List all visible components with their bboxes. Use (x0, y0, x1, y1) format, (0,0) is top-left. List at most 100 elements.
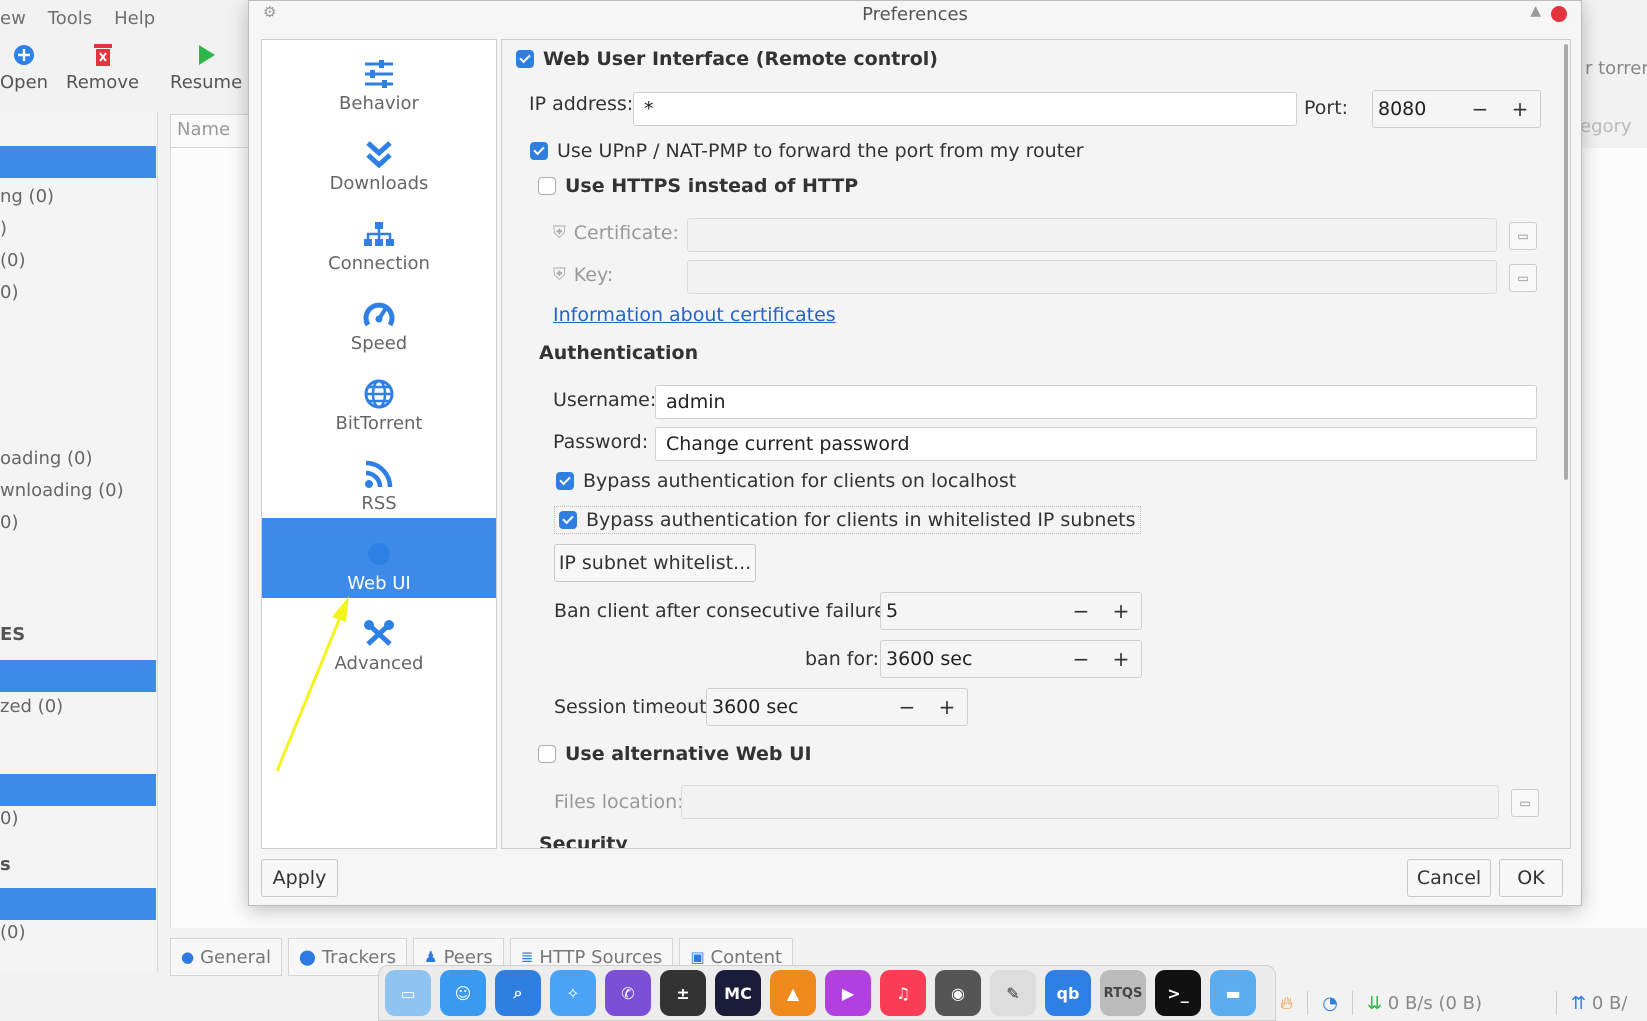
sidebar-label[interactable]: ng (0) (0, 186, 54, 207)
column-header-name[interactable]: Name (170, 114, 250, 148)
checkbox-unchecked[interactable] (538, 177, 556, 195)
sidebar-selected-row[interactable] (0, 660, 156, 692)
session-timeout-decrement-button[interactable]: − (887, 689, 927, 725)
ok-button[interactable]: OK (1499, 859, 1563, 897)
dock-viber-icon[interactable]: ✆ (605, 970, 651, 1016)
sidebar-label[interactable]: (0) (0, 250, 26, 271)
session-timeout-value[interactable]: 3600 sec (707, 696, 887, 718)
ban-failures-increment-button[interactable]: + (1101, 593, 1141, 629)
ban-duration-spinbox[interactable]: 3600 sec − + (880, 640, 1142, 678)
nav-item-advanced[interactable]: Advanced (262, 598, 496, 678)
files-location-input[interactable] (681, 785, 1499, 819)
dock-finder-icon[interactable]: ☺ (440, 970, 486, 1016)
key-browse-button[interactable]: ▭ (1509, 264, 1537, 292)
sidebar-selected-row[interactable] (0, 774, 156, 806)
key-input[interactable] (687, 260, 1497, 294)
search-torrents-placeholder[interactable]: r torren (1585, 58, 1647, 79)
checkbox-checked[interactable] (530, 142, 548, 160)
download-speed[interactable]: ⇊ 0 B/s (0 B) (1367, 993, 1482, 1014)
bypass-localhost-checkbox[interactable]: Bypass authentication for clients on loc… (556, 470, 1016, 492)
dialog-titlebar[interactable]: ⚙ Preferences ▲ (249, 1, 1581, 27)
nav-item-connection[interactable]: Connection (262, 198, 496, 278)
remove-button[interactable]: Remove (66, 38, 139, 93)
ban-duration-increment-button[interactable]: + (1101, 641, 1141, 677)
checkbox-checked[interactable] (556, 472, 574, 490)
webui-enable-checkbox[interactable]: Web User Interface (Remote control) (516, 48, 938, 70)
sidebar-selected-row[interactable] (0, 146, 156, 178)
sidebar-label[interactable]: ) (0, 218, 7, 239)
ban-duration-decrement-button[interactable]: − (1061, 641, 1101, 677)
checkbox-checked[interactable] (559, 511, 577, 529)
port-decrement-button[interactable]: − (1460, 91, 1500, 127)
sidebar-label[interactable]: oading (0) (0, 448, 93, 469)
ban-duration-value[interactable]: 3600 sec (881, 648, 1061, 670)
certificate-browse-button[interactable]: ▭ (1509, 222, 1537, 250)
session-timeout-increment-button[interactable]: + (927, 689, 967, 725)
dock-finder-window-icon[interactable]: ▭ (385, 970, 431, 1016)
sidebar-label[interactable]: zed (0) (0, 696, 63, 717)
sidebar-label[interactable]: (0) (0, 922, 26, 943)
checkbox-checked[interactable] (516, 50, 534, 68)
dock-qbittorrent-icon[interactable]: qb (1045, 970, 1091, 1016)
certificate-input[interactable] (687, 218, 1497, 252)
ip-subnet-whitelist-button[interactable]: IP subnet whitelist... (554, 544, 756, 582)
dock-ipod-icon[interactable]: ◉ (935, 970, 981, 1016)
tab-general[interactable]: ● General (170, 938, 283, 976)
upload-arrow-icon: ⇈ (1571, 992, 1587, 1014)
https-checkbox[interactable]: Use HTTPS instead of HTTP (538, 175, 858, 197)
session-timeout-spinbox[interactable]: 3600 sec − + (706, 688, 968, 726)
nav-item-downloads[interactable]: Downloads (262, 118, 496, 198)
column-header-category[interactable]: egory (1580, 116, 1632, 137)
ban-failures-value[interactable]: 5 (881, 600, 1061, 622)
sidebar-label[interactable]: wnloading (0) (0, 480, 124, 501)
nav-item-webui[interactable]: Web UI (262, 518, 496, 598)
port-value[interactable]: 8080 (1373, 98, 1460, 120)
sidebar-selected-row[interactable] (0, 888, 156, 920)
alternative-webui-checkbox[interactable]: Use alternative Web UI (538, 743, 812, 765)
sidebar-label[interactable]: 0) (0, 512, 18, 533)
sidebar-label[interactable]: 0) (0, 282, 18, 303)
connection-status-icon[interactable]: ◔ (1322, 993, 1338, 1014)
dock-folder-icon[interactable]: ▬ (1210, 970, 1256, 1016)
resume-button[interactable]: Resume (170, 38, 242, 93)
dock-terminal-icon[interactable]: >_ (1155, 970, 1201, 1016)
files-location-browse-button[interactable]: ▭ (1511, 789, 1539, 817)
port-increment-button[interactable]: + (1500, 91, 1540, 127)
dock-vlc-icon[interactable]: ▲ (770, 970, 816, 1016)
certificate-info-link[interactable]: Information about certificates (553, 304, 836, 326)
username-input[interactable]: admin (655, 385, 1537, 419)
nav-item-behavior[interactable]: Behavior (262, 40, 496, 118)
vertical-scrollbar[interactable] (1564, 44, 1568, 480)
resume-label: Resume (170, 72, 243, 93)
ban-failures-spinbox[interactable]: 5 − + (880, 592, 1142, 630)
dock-music-icon[interactable]: ♫ (880, 970, 926, 1016)
dock-calculator-icon[interactable]: ± (660, 970, 706, 1016)
sidebar-label[interactable]: 0) (0, 808, 18, 829)
password-input[interactable]: Change current password (655, 427, 1537, 461)
minimize-icon[interactable]: ▲ (1530, 3, 1541, 19)
ban-failures-decrement-button[interactable]: − (1061, 593, 1101, 629)
bypass-whitelist-checkbox[interactable]: Bypass authentication for clients in whi… (554, 506, 1141, 534)
menu-tools[interactable]: Tools (48, 8, 92, 29)
upnp-checkbox[interactable]: Use UPnP / NAT-PMP to forward the port f… (530, 140, 1084, 162)
nav-item-speed[interactable]: Speed (262, 278, 496, 358)
checkbox-unchecked[interactable] (538, 745, 556, 763)
dock-rtqs-icon[interactable]: RTQS (1100, 970, 1146, 1016)
menu-help[interactable]: Help (114, 8, 155, 29)
double-chevron-down-icon (365, 135, 393, 173)
close-button[interactable] (1551, 6, 1567, 22)
nav-item-rss[interactable]: RSS (262, 438, 496, 518)
open-button[interactable]: Open (0, 38, 48, 93)
dock-mc-icon[interactable]: MC (715, 970, 761, 1016)
dock-infuse-icon[interactable]: ▶ (825, 970, 871, 1016)
dock-search-icon[interactable]: ⌕ (495, 970, 541, 1016)
dock-textedit-icon[interactable]: ✎ (990, 970, 1036, 1016)
port-spinbox[interactable]: 8080 − + (1372, 90, 1541, 128)
ip-address-input[interactable]: * (633, 92, 1297, 126)
nav-item-bittorrent[interactable]: BitTorrent (262, 358, 496, 438)
apply-button[interactable]: Apply (261, 859, 338, 897)
cancel-button[interactable]: Cancel (1407, 859, 1491, 897)
upload-speed[interactable]: ⇈ 0 B/ (1571, 993, 1627, 1014)
menu-view[interactable]: ew (0, 8, 26, 29)
dock-safari-icon[interactable]: ✧ (550, 970, 596, 1016)
